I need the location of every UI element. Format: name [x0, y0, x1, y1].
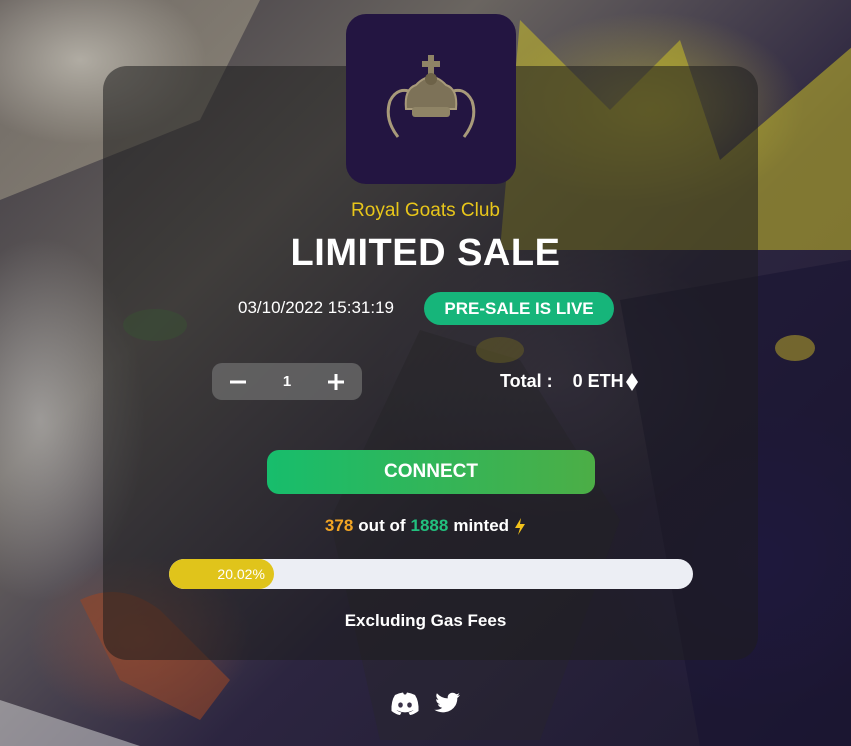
quantity-value[interactable]: 1	[267, 363, 307, 400]
minus-icon	[230, 380, 246, 383]
plus-icon	[328, 373, 344, 390]
minted-text: minted	[453, 516, 510, 535]
discord-link[interactable]	[389, 690, 421, 718]
gas-fee-note: Excluding Gas Fees	[344, 611, 507, 630]
progress-fill: 20.02%	[169, 559, 274, 589]
twitter-link[interactable]	[431, 690, 463, 718]
status-badge: PRE-SALE IS LIVE	[424, 292, 614, 325]
social-links	[0, 690, 851, 718]
supply-number: 1888	[410, 516, 449, 535]
quantity-stepper: 1	[212, 363, 362, 400]
sale-datetime: 03/10/2022 15:31:19	[238, 298, 394, 317]
page-title: LIMITED SALE	[290, 232, 561, 274]
lightning-icon	[515, 517, 526, 535]
crown-goat-logo	[386, 55, 476, 138]
connect-button[interactable]: CONNECT	[267, 450, 595, 494]
twitter-icon	[433, 692, 460, 713]
total-price: Total : 0 ETH	[500, 371, 638, 392]
increase-quantity-button[interactable]	[316, 363, 356, 400]
minted-count: 378 out of 1888 minted	[0, 516, 851, 536]
out-of-text: out of	[358, 516, 406, 535]
total-label: Total :	[500, 371, 553, 391]
total-value: 0 ETH	[572, 371, 624, 391]
discord-icon	[390, 692, 419, 715]
club-logo	[346, 14, 516, 184]
eth-diamond-icon	[625, 372, 638, 391]
mint-progress-bar: 20.02%	[169, 559, 693, 589]
club-name: Royal Goats Club	[351, 200, 500, 221]
minted-number: 378	[324, 516, 354, 535]
decrease-quantity-button[interactable]	[218, 363, 258, 400]
